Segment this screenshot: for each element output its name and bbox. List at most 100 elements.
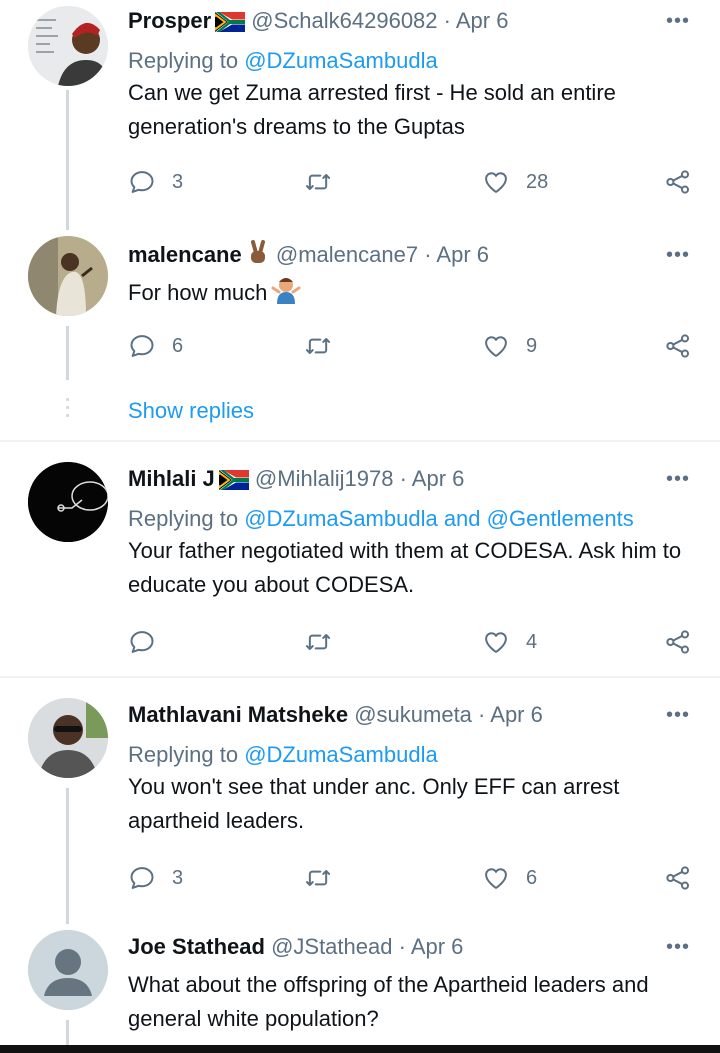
like-count: 28 (526, 170, 549, 193)
like-count: 6 (526, 866, 538, 889)
like-button[interactable]: 28 (482, 165, 548, 199)
retweet-icon (304, 864, 332, 892)
retweet-button[interactable] (304, 861, 332, 895)
replying-to-label: Replying to (128, 506, 245, 531)
more-icon[interactable]: ••• (666, 6, 690, 36)
tweet-text: You won't see that under anc. Only EFF c… (128, 774, 620, 833)
author-name[interactable]: malencane (128, 242, 242, 267)
more-icon[interactable]: ••• (666, 932, 690, 962)
tweet-prosper[interactable]: Prosper @Schalk64296082 · Apr 6 ••• Repl… (0, 0, 720, 240)
retweet-button[interactable] (304, 165, 332, 199)
tweet-text: Your father negotiated with them at CODE… (128, 538, 682, 597)
share-icon (664, 332, 692, 360)
tweet-date[interactable]: · Apr 6 (399, 934, 464, 959)
share-button[interactable] (664, 165, 692, 199)
reply-button[interactable]: 6 (128, 329, 183, 363)
thread-dots (66, 398, 69, 422)
thread-line (66, 788, 69, 924)
divider (0, 676, 720, 678)
bottom-edge-bar (0, 1045, 720, 1053)
reply-count: 3 (172, 170, 184, 193)
like-button[interactable]: 4 (482, 625, 537, 659)
replying-to-label: Replying to (128, 742, 245, 767)
like-count: 4 (526, 630, 538, 653)
reply-icon (128, 168, 156, 196)
mention-link[interactable]: @DZumaSambudla (244, 48, 438, 73)
tweet-actions: 3 28 (128, 165, 694, 199)
divider (0, 440, 720, 442)
reply-button[interactable] (128, 625, 156, 659)
peace-hand-emoji (246, 240, 270, 274)
share-button[interactable] (664, 861, 692, 895)
reply-icon (128, 332, 156, 360)
author-name[interactable]: Mathlavani Matsheke (128, 702, 348, 727)
mention-link[interactable]: @DZumaSambudla (244, 742, 438, 767)
like-button[interactable]: 6 (482, 861, 537, 895)
author-name[interactable]: Joe Stathead (128, 934, 265, 959)
tweet-text: Can we get Zuma arrested first - He sold… (128, 80, 616, 139)
retweet-icon (304, 628, 332, 656)
tweet-date[interactable]: · Apr 6 (424, 242, 489, 267)
south-africa-flag-icon (215, 10, 245, 40)
share-icon (664, 168, 692, 196)
avatar-default[interactable] (28, 930, 108, 1010)
author-handle[interactable]: @malencane7 (276, 242, 418, 267)
reply-button[interactable]: 3 (128, 861, 183, 895)
like-icon (482, 864, 510, 892)
author-name[interactable]: Prosper (128, 8, 211, 33)
thread-line (66, 326, 69, 380)
retweet-icon (304, 168, 332, 196)
reply-icon (128, 864, 156, 892)
tweet-actions: 6 9 (128, 329, 694, 363)
replying-to: Replying to @DZumaSambudla (128, 46, 692, 76)
more-icon[interactable]: ••• (666, 700, 690, 730)
thread-line (66, 90, 69, 230)
like-icon (482, 628, 510, 656)
reply-icon (128, 628, 156, 656)
tweet-actions: 3 6 (128, 861, 694, 895)
avatar-prosper[interactable] (28, 6, 108, 86)
retweet-button[interactable] (304, 625, 332, 659)
author-handle[interactable]: @sukumeta (354, 702, 472, 727)
tweet-date[interactable]: · Apr 6 (444, 8, 509, 33)
replying-to-label: Replying to (128, 48, 245, 73)
tweet-mathlavani[interactable]: Mathlavani Matsheke @sukumeta · Apr 6 ••… (0, 698, 720, 928)
shrug-emoji (271, 276, 301, 314)
avatar-mathlavani[interactable] (28, 698, 108, 778)
tweet-malencane[interactable]: malencane @malencane7 · Apr 6 ••• For ho… (0, 236, 720, 436)
share-button[interactable] (664, 625, 692, 659)
avatar-malencane[interactable] (28, 236, 108, 316)
author-handle[interactable]: @JStathead (271, 934, 392, 959)
show-replies-link[interactable]: Show replies (128, 398, 254, 424)
tweet-actions: 4 (128, 625, 694, 659)
share-icon (664, 628, 692, 656)
tweet-text: What about the offspring of the Aparthei… (128, 972, 649, 1031)
south-africa-flag-icon (219, 468, 249, 498)
author-name[interactable]: Mihlali J (128, 466, 215, 491)
like-icon (482, 332, 510, 360)
avatar-mihlali[interactable] (28, 462, 108, 542)
reply-button[interactable]: 3 (128, 165, 183, 199)
more-icon[interactable]: ••• (666, 464, 690, 494)
share-icon (664, 864, 692, 892)
author-handle[interactable]: @Schalk64296082 (251, 8, 437, 33)
more-icon[interactable]: ••• (666, 240, 690, 270)
like-icon (482, 168, 510, 196)
replying-to: Replying to @DZumaSambudla (128, 740, 692, 770)
tweet-text-content: For how much (128, 280, 268, 305)
mention-link[interactable]: @DZumaSambudla and @Gentlements (244, 506, 634, 531)
replying-to: Replying to @DZumaSambudla and @Gentleme… (128, 504, 692, 534)
tweet-joe-stathead[interactable]: Joe Stathead @JStathead · Apr 6 ••• What… (0, 930, 720, 1050)
tweet-date[interactable]: · Apr 6 (478, 702, 543, 727)
reply-count: 6 (172, 334, 184, 357)
retweet-icon (304, 332, 332, 360)
retweet-button[interactable] (304, 329, 332, 363)
tweet-mihlali[interactable]: Mihlali J @Mihlalij1978 · Apr 6 ••• Repl… (0, 462, 720, 674)
like-count: 9 (526, 334, 538, 357)
author-handle[interactable]: @Mihlalij1978 (255, 466, 394, 491)
tweet-date[interactable]: · Apr 6 (400, 466, 465, 491)
tweet-text: For how much (128, 276, 692, 314)
share-button[interactable] (664, 329, 692, 363)
like-button[interactable]: 9 (482, 329, 537, 363)
reply-count: 3 (172, 866, 184, 889)
